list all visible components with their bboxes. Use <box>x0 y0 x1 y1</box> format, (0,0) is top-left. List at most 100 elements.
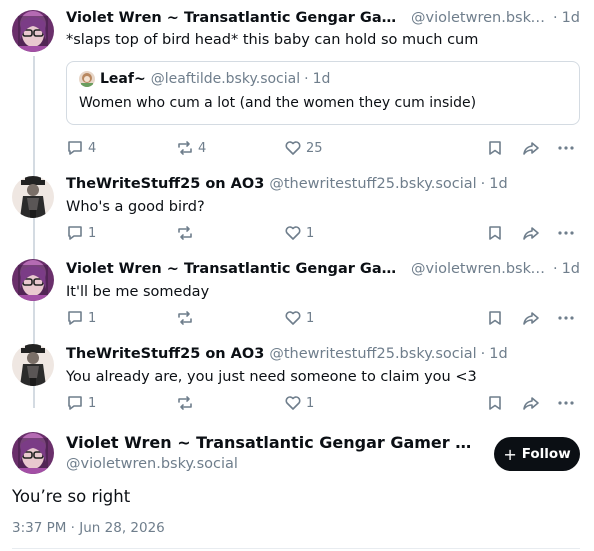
reply-button[interactable]: 4 <box>66 139 96 157</box>
author-handle[interactable]: @thewritestuff25.bsky.social <box>269 174 476 194</box>
avatar[interactable] <box>12 176 54 218</box>
reply-icon <box>68 396 82 410</box>
bookmark-icon <box>489 226 501 240</box>
separator-dot: · <box>552 261 558 277</box>
more-icon <box>558 231 574 235</box>
author-handle[interactable]: @violetwren.bsky... <box>411 8 549 28</box>
bookmark-icon <box>489 141 501 155</box>
more-icon <box>558 146 574 150</box>
bookmark-button[interactable] <box>486 394 504 412</box>
thread-post[interactable]: Violet Wren ~ Transatlantic Gengar Gamer… <box>0 0 594 166</box>
reply-count: 1 <box>88 310 97 326</box>
reply-count: 1 <box>88 225 97 241</box>
reply-button[interactable]: 1 <box>66 394 96 412</box>
repost-button[interactable]: 4 <box>176 139 206 157</box>
repost-icon <box>178 226 192 240</box>
share-button[interactable] <box>522 309 540 327</box>
author-name[interactable]: TheWriteStuff25 on AO3 <box>66 174 264 194</box>
like-icon <box>285 311 301 325</box>
action-bar: 4 4 25 <box>66 139 580 159</box>
separator-dot: · <box>304 71 309 87</box>
plus-icon: + <box>503 444 517 464</box>
post-time[interactable]: 1d <box>562 8 580 28</box>
author-handle[interactable]: @thewritestuff25.bsky.social <box>269 344 476 364</box>
reply-count: 1 <box>88 395 97 411</box>
quote-text: Women who cum a lot (and the women they … <box>79 95 477 111</box>
avatar[interactable] <box>12 344 54 386</box>
post-time[interactable]: 1d <box>489 174 507 194</box>
post-text: You already are, you just need someone t… <box>66 369 477 385</box>
share-button[interactable] <box>522 139 540 157</box>
post-text: Who's a good bird? <box>66 199 205 215</box>
quote-time: 1d <box>312 71 331 87</box>
like-icon <box>285 226 301 240</box>
quote-post[interactable]: Leaf~ @leaftilde.bsky.social · 1d Women … <box>66 61 580 125</box>
more-options-button[interactable] <box>557 309 575 327</box>
action-bar: 1 1 <box>66 309 580 329</box>
avatar[interactable] <box>12 259 54 301</box>
author-handle[interactable]: @violetwren.bsky... <box>411 259 549 279</box>
main-author-avatar[interactable] <box>12 432 54 474</box>
repost-icon <box>178 141 192 155</box>
author-name[interactable]: Violet Wren ~ Transatlantic Gengar Gamer… <box>66 8 406 28</box>
repost-button[interactable] <box>176 224 198 242</box>
bookmark-button[interactable] <box>486 224 504 242</box>
follow-button[interactable]: + Follow <box>494 437 580 471</box>
more-options-button[interactable] <box>557 224 575 242</box>
share-icon <box>523 312 539 325</box>
repost-button[interactable] <box>176 394 198 412</box>
share-icon <box>523 227 539 240</box>
more-options-button[interactable] <box>557 394 575 412</box>
like-icon <box>285 141 301 155</box>
reply-icon <box>68 226 82 240</box>
main-post-text: You’re so right <box>12 487 131 506</box>
bookmark-icon <box>489 311 501 325</box>
author-name[interactable]: TheWriteStuff25 on AO3 <box>66 344 264 364</box>
separator-dot: · <box>480 176 486 192</box>
action-bar: 1 1 <box>66 394 580 414</box>
more-icon <box>558 316 574 320</box>
thread-post[interactable]: TheWriteStuff25 on AO3 @thewritestuff25.… <box>0 166 594 251</box>
like-button[interactable]: 1 <box>284 309 314 327</box>
main-post-timestamp: 3:37 PM · Jun 28, 2026 <box>12 520 165 536</box>
thread-post[interactable]: TheWriteStuff25 on AO3 @thewritestuff25.… <box>0 336 594 421</box>
reply-button[interactable]: 1 <box>66 224 96 242</box>
share-icon <box>523 142 539 155</box>
like-button[interactable]: 25 <box>284 139 323 157</box>
repost-count: 4 <box>198 140 207 156</box>
bookmark-button[interactable] <box>486 309 504 327</box>
thread-post[interactable]: Violet Wren ~ Transatlantic Gengar Gamer… <box>0 251 594 336</box>
reply-icon <box>68 141 82 155</box>
like-button[interactable]: 1 <box>284 394 314 412</box>
post-text: It'll be me someday <box>66 284 210 300</box>
like-button[interactable]: 1 <box>284 224 314 242</box>
divider <box>12 548 580 549</box>
action-bar: 1 1 <box>66 224 580 244</box>
share-button[interactable] <box>522 224 540 242</box>
reply-button[interactable]: 1 <box>66 309 96 327</box>
more-icon <box>558 401 574 405</box>
separator-dot: · <box>552 10 558 26</box>
quote-author-name: Leaf~ <box>100 71 146 87</box>
repost-icon <box>178 396 192 410</box>
post-time[interactable]: 1d <box>489 344 507 364</box>
share-button[interactable] <box>522 394 540 412</box>
bookmark-icon <box>489 396 501 410</box>
avatar[interactable] <box>12 10 54 52</box>
author-name[interactable]: Violet Wren ~ Transatlantic Gengar Gamer… <box>66 259 406 279</box>
post-time[interactable]: 1d <box>562 259 580 279</box>
reply-count: 4 <box>88 140 97 156</box>
quote-author-handle: @leaftilde.bsky.social <box>150 71 301 87</box>
like-icon <box>285 396 301 410</box>
repost-button[interactable] <box>176 309 198 327</box>
main-author-name[interactable]: Violet Wren ~ Transatlantic Gengar Gamer… <box>66 433 476 452</box>
more-options-button[interactable] <box>557 139 575 157</box>
repost-icon <box>178 311 192 325</box>
bookmark-button[interactable] <box>486 139 504 157</box>
quote-avatar <box>79 71 95 87</box>
like-count: 25 <box>306 140 323 156</box>
reply-icon <box>68 311 82 325</box>
like-count: 1 <box>306 225 315 241</box>
share-icon <box>523 397 539 410</box>
main-author-handle[interactable]: @violetwren.bsky.social <box>66 456 238 472</box>
